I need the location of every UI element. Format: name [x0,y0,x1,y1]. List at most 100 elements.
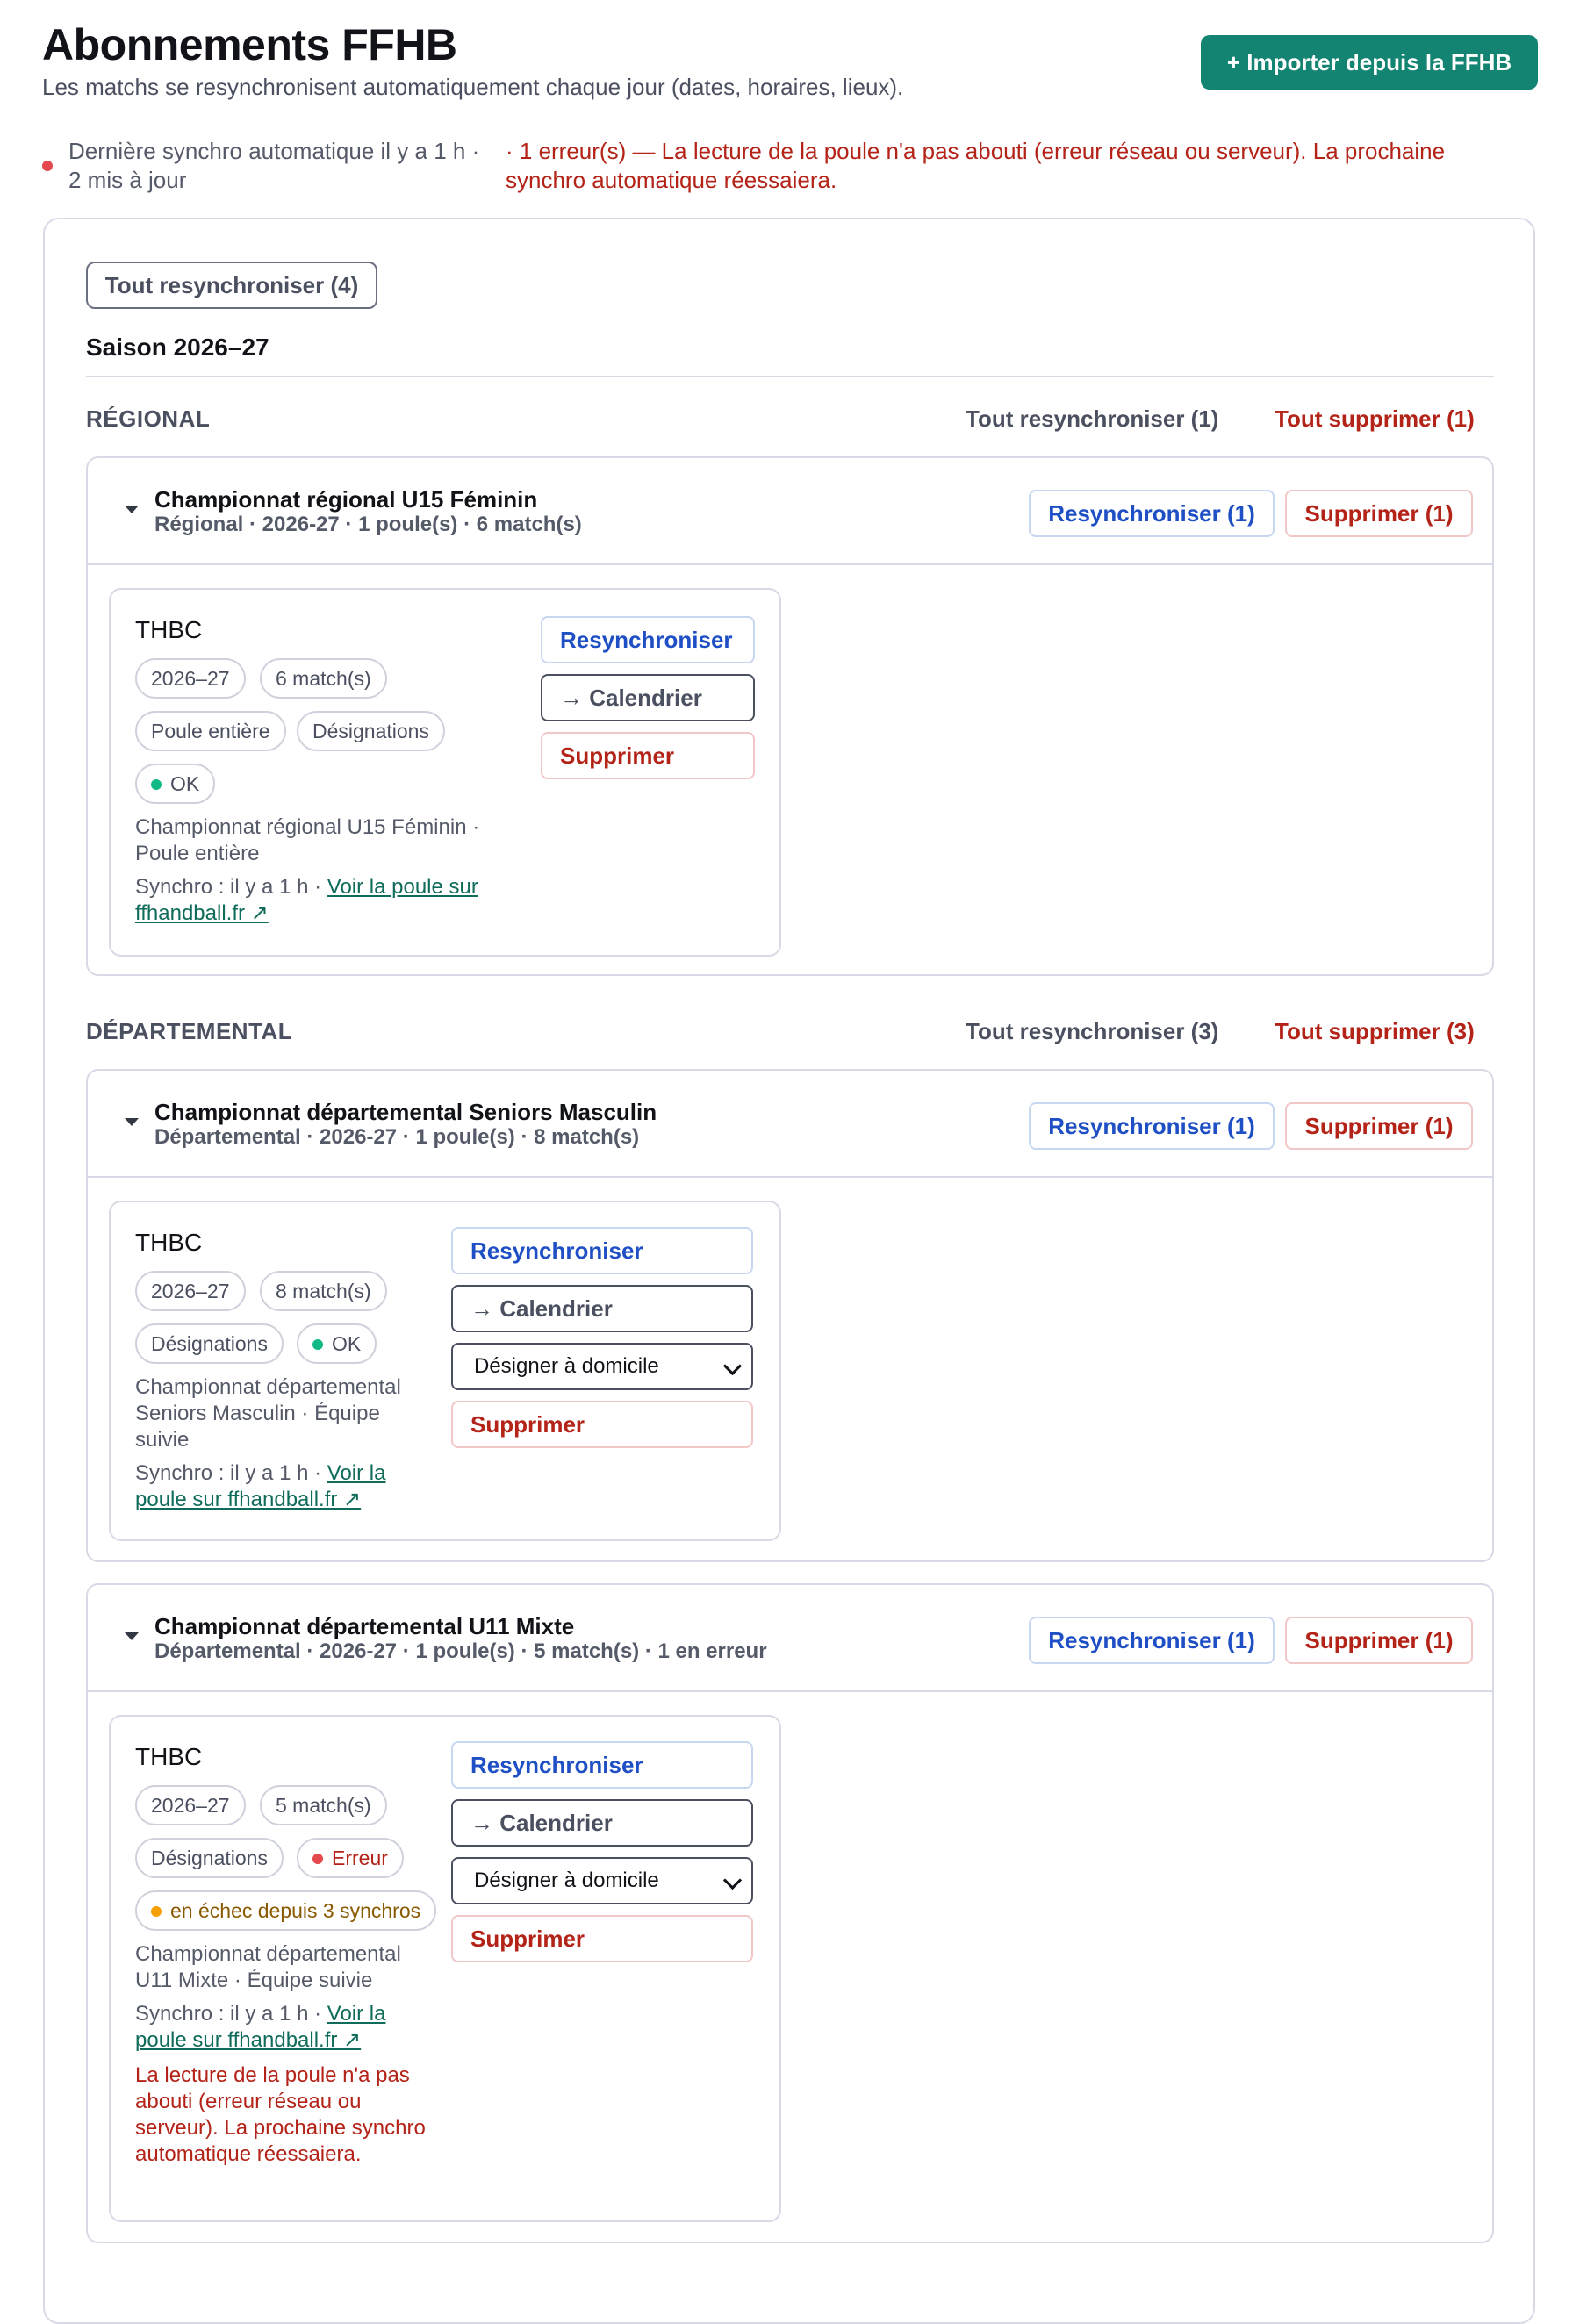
sync-time: Synchro : il y a 1 h · [135,875,327,899]
delete-button[interactable]: Supprimer [541,732,755,779]
level-delete-all-link[interactable]: Tout supprimer (1) [1275,405,1475,433]
warning-dot-icon [151,1906,162,1917]
competition-title: Championnat départemental Seniors Mascul… [154,1099,657,1125]
caret-down-icon[interactable] [125,506,139,513]
level-resync-all-link[interactable]: Tout resynchroniser (1) [966,405,1218,433]
competition-delete-button[interactable]: Supprimer (1) [1285,490,1473,537]
ffhandball-link[interactable]: Voir la [327,2002,386,2026]
season-chip: 2026–27 [135,658,246,699]
card-error-message: La lecture de la poule n'a pas abouti (e… [135,2063,426,2166]
description-line: Poule entière [135,842,260,865]
description-line: suivie [135,1428,190,1452]
card-sync-info: Synchro : il y a 1 h · Voir la poule sur… [135,1460,385,1513]
level-delete-all-link[interactable]: Tout supprimer (3) [1275,1018,1475,1045]
status-error-dot-icon [42,161,53,171]
status-chip: OK [135,764,216,804]
season-chip: 2026–27 [135,1271,246,1311]
ffhandball-link[interactable]: ffhandball.fr ↗ [135,901,269,925]
description-line: Championnat départemental [135,1375,401,1399]
sync-error-line: synchro automatique réessaiera. [506,167,837,193]
subscription-card: THBC 2026–27 8 match(s) Désignations OK … [109,1201,781,1541]
sync-error-line: · 1 erreur(s) — La lecture de la poule n… [506,138,1446,164]
status-chip-label: Erreur [332,1847,388,1869]
description-line: Championnat régional U15 Féminin · [135,815,480,839]
scope-chip: Poule entière [135,711,286,751]
sync-time: Synchro : il y a 1 h · [135,1461,327,1485]
status-chip-label: OK [332,1332,362,1355]
level-resync-all-link[interactable]: Tout resynchroniser (3) [966,1018,1218,1045]
subscriptions-page: Abonnements FFHB Les matchs se resynchro… [0,0,1580,2324]
designate-select[interactable]: Désigner à domicile [451,1343,753,1390]
team-name: THBC [135,1229,203,1256]
competition-block: Championnat régional U15 Féminin Régiona… [86,456,1494,976]
competition-block: Championnat départemental U11 Mixte Dépa… [86,1583,1494,2243]
competition-resync-button[interactable]: Resynchroniser (1) [1029,1617,1275,1664]
delete-button[interactable]: Supprimer [451,1401,753,1448]
season-chip: 2026–27 [135,1785,246,1825]
season-divider [86,376,1494,377]
matches-chip: 8 match(s) [260,1271,387,1311]
card-description: Championnat départemental Seniors Mascul… [135,1374,401,1453]
card-sync-info: Synchro : il y a 1 h · Voir la poule sur… [135,874,478,927]
ffhandball-link[interactable]: poule sur ffhandball.fr ↗ [135,2028,361,2052]
description-line: U11 Mixte · Équipe suivie [135,1969,373,1992]
description-line: Championnat départemental [135,1942,401,1966]
subscription-card: THBC 2026–27 6 match(s) Poule entière Dé… [109,588,781,957]
level-heading-departemental: DÉPARTEMENTAL [86,1018,293,1044]
calendar-button[interactable]: → Calendrier [451,1799,753,1847]
sync-time: Synchro : il y a 1 h · [135,2002,327,2026]
sync-status-updated: 2 mis à jour [68,167,187,193]
matches-chip: 6 match(s) [260,658,387,699]
status-ok-dot-icon [151,779,162,790]
resync-button[interactable]: Resynchroniser [451,1227,753,1274]
designate-select[interactable]: Désigner à domicile [451,1857,753,1904]
competition-header[interactable]: Championnat départemental U11 Mixte Dépa… [88,1585,1492,1692]
competition-resync-button[interactable]: Resynchroniser (1) [1029,1102,1275,1150]
status-chip-label: OK [170,772,200,795]
status-ok-dot-icon [312,1339,323,1350]
designations-chip: Désignations [135,1323,284,1364]
card-description: Championnat départemental U11 Mixte · Éq… [135,1941,401,1994]
competition-header[interactable]: Championnat régional U15 Féminin Régiona… [88,458,1492,565]
resync-button[interactable]: Resynchroniser [541,616,755,663]
sync-error-summary: · 1 erreur(s) — La lecture de la poule n… [506,137,1497,195]
failure-chip: en échec depuis 3 synchros [135,1890,437,1931]
status-error-dot-icon [312,1854,323,1864]
ffhandball-link[interactable]: Voir la poule sur [327,875,478,899]
season-heading: Saison 2026–27 [86,334,269,361]
matches-chip: 5 match(s) [260,1785,387,1825]
team-name: THBC [135,1743,203,1770]
competition-meta: Régional · 2026-27 · 1 poule(s) · 6 matc… [154,513,582,536]
subscription-card: THBC 2026–27 5 match(s) Désignations Err… [109,1715,781,2222]
delete-button[interactable]: Supprimer [451,1915,753,1962]
description-line: Seniors Masculin · Équipe [135,1402,380,1425]
chevron-down-icon [722,1870,743,1890]
import-ffhb-button[interactable]: + Importer depuis la FFHB [1201,35,1538,90]
ffhandball-link[interactable]: Voir la [327,1461,386,1485]
calendar-button[interactable]: → Calendrier [541,674,755,721]
competition-delete-button[interactable]: Supprimer (1) [1285,1617,1473,1664]
designate-select-value: Désigner à domicile [474,1354,659,1378]
status-chip: OK [297,1323,377,1364]
page-title: Abonnements FFHB [42,20,457,69]
competition-meta: Départemental · 2026-27 · 1 poule(s) · 5… [154,1639,767,1663]
competition-block: Championnat départemental Seniors Mascul… [86,1069,1494,1562]
caret-down-icon[interactable] [125,1118,139,1126]
level-heading-regional: RÉGIONAL [86,405,211,432]
competition-header[interactable]: Championnat départemental Seniors Mascul… [88,1071,1492,1178]
sync-status: Dernière synchro automatique il y a 1 h … [68,137,490,195]
competition-meta: Départemental · 2026-27 · 1 poule(s) · 8… [154,1125,640,1149]
caret-down-icon[interactable] [125,1632,139,1640]
page-subtitle: Les matchs se resynchronisent automatiqu… [42,74,904,100]
team-name: THBC [135,616,203,643]
resync-all-button[interactable]: Tout resynchroniser (4) [86,262,377,309]
card-sync-info: Synchro : il y a 1 h · Voir la poule sur… [135,2001,385,2054]
designations-chip: Désignations [297,711,445,751]
competition-title: Championnat départemental U11 Mixte [154,1613,575,1639]
calendar-button[interactable]: → Calendrier [451,1285,753,1332]
card-description: Championnat régional U15 Féminin · Poule… [135,814,479,867]
competition-delete-button[interactable]: Supprimer (1) [1285,1102,1473,1150]
ffhandball-link[interactable]: poule sur ffhandball.fr ↗ [135,1488,361,1511]
resync-button[interactable]: Resynchroniser [451,1741,753,1789]
competition-resync-button[interactable]: Resynchroniser (1) [1029,490,1275,537]
